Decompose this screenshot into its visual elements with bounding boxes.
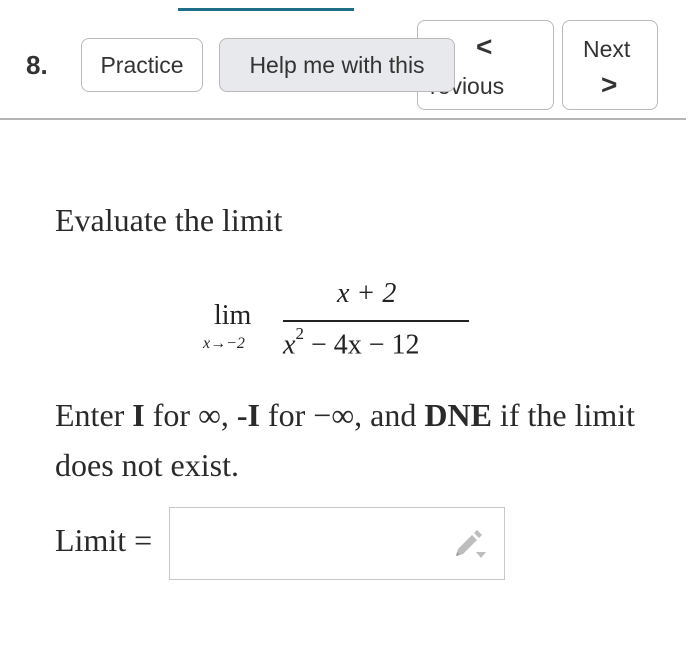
- practice-button[interactable]: Practice: [81, 38, 203, 92]
- next-button[interactable]: Next >: [562, 20, 658, 110]
- limit-label: Limit =: [55, 522, 153, 558]
- active-tab-indicator: [178, 8, 354, 11]
- help-me-button[interactable]: Help me with this: [219, 38, 455, 92]
- answer-instructions: Enter I for ∞, -I for −∞, and DNE if the…: [55, 397, 636, 483]
- lim-operator: lim: [214, 300, 252, 331]
- pencil-icon[interactable]: [452, 528, 490, 562]
- fraction-denominator: x2 − 4x − 12: [283, 324, 420, 361]
- fraction-bar: [283, 320, 469, 322]
- next-label: Next: [583, 36, 631, 62]
- problem-intro: Evaluate the limit: [55, 202, 283, 238]
- question-number: 8.: [26, 50, 48, 80]
- chevron-right-icon: >: [601, 69, 618, 100]
- limit-answer-input[interactable]: [176, 514, 440, 574]
- chevron-left-icon: <: [476, 31, 493, 62]
- lim-subscript: x→−2: [203, 335, 245, 352]
- fraction-numerator: x + 2: [337, 278, 397, 309]
- header-divider: [0, 118, 686, 120]
